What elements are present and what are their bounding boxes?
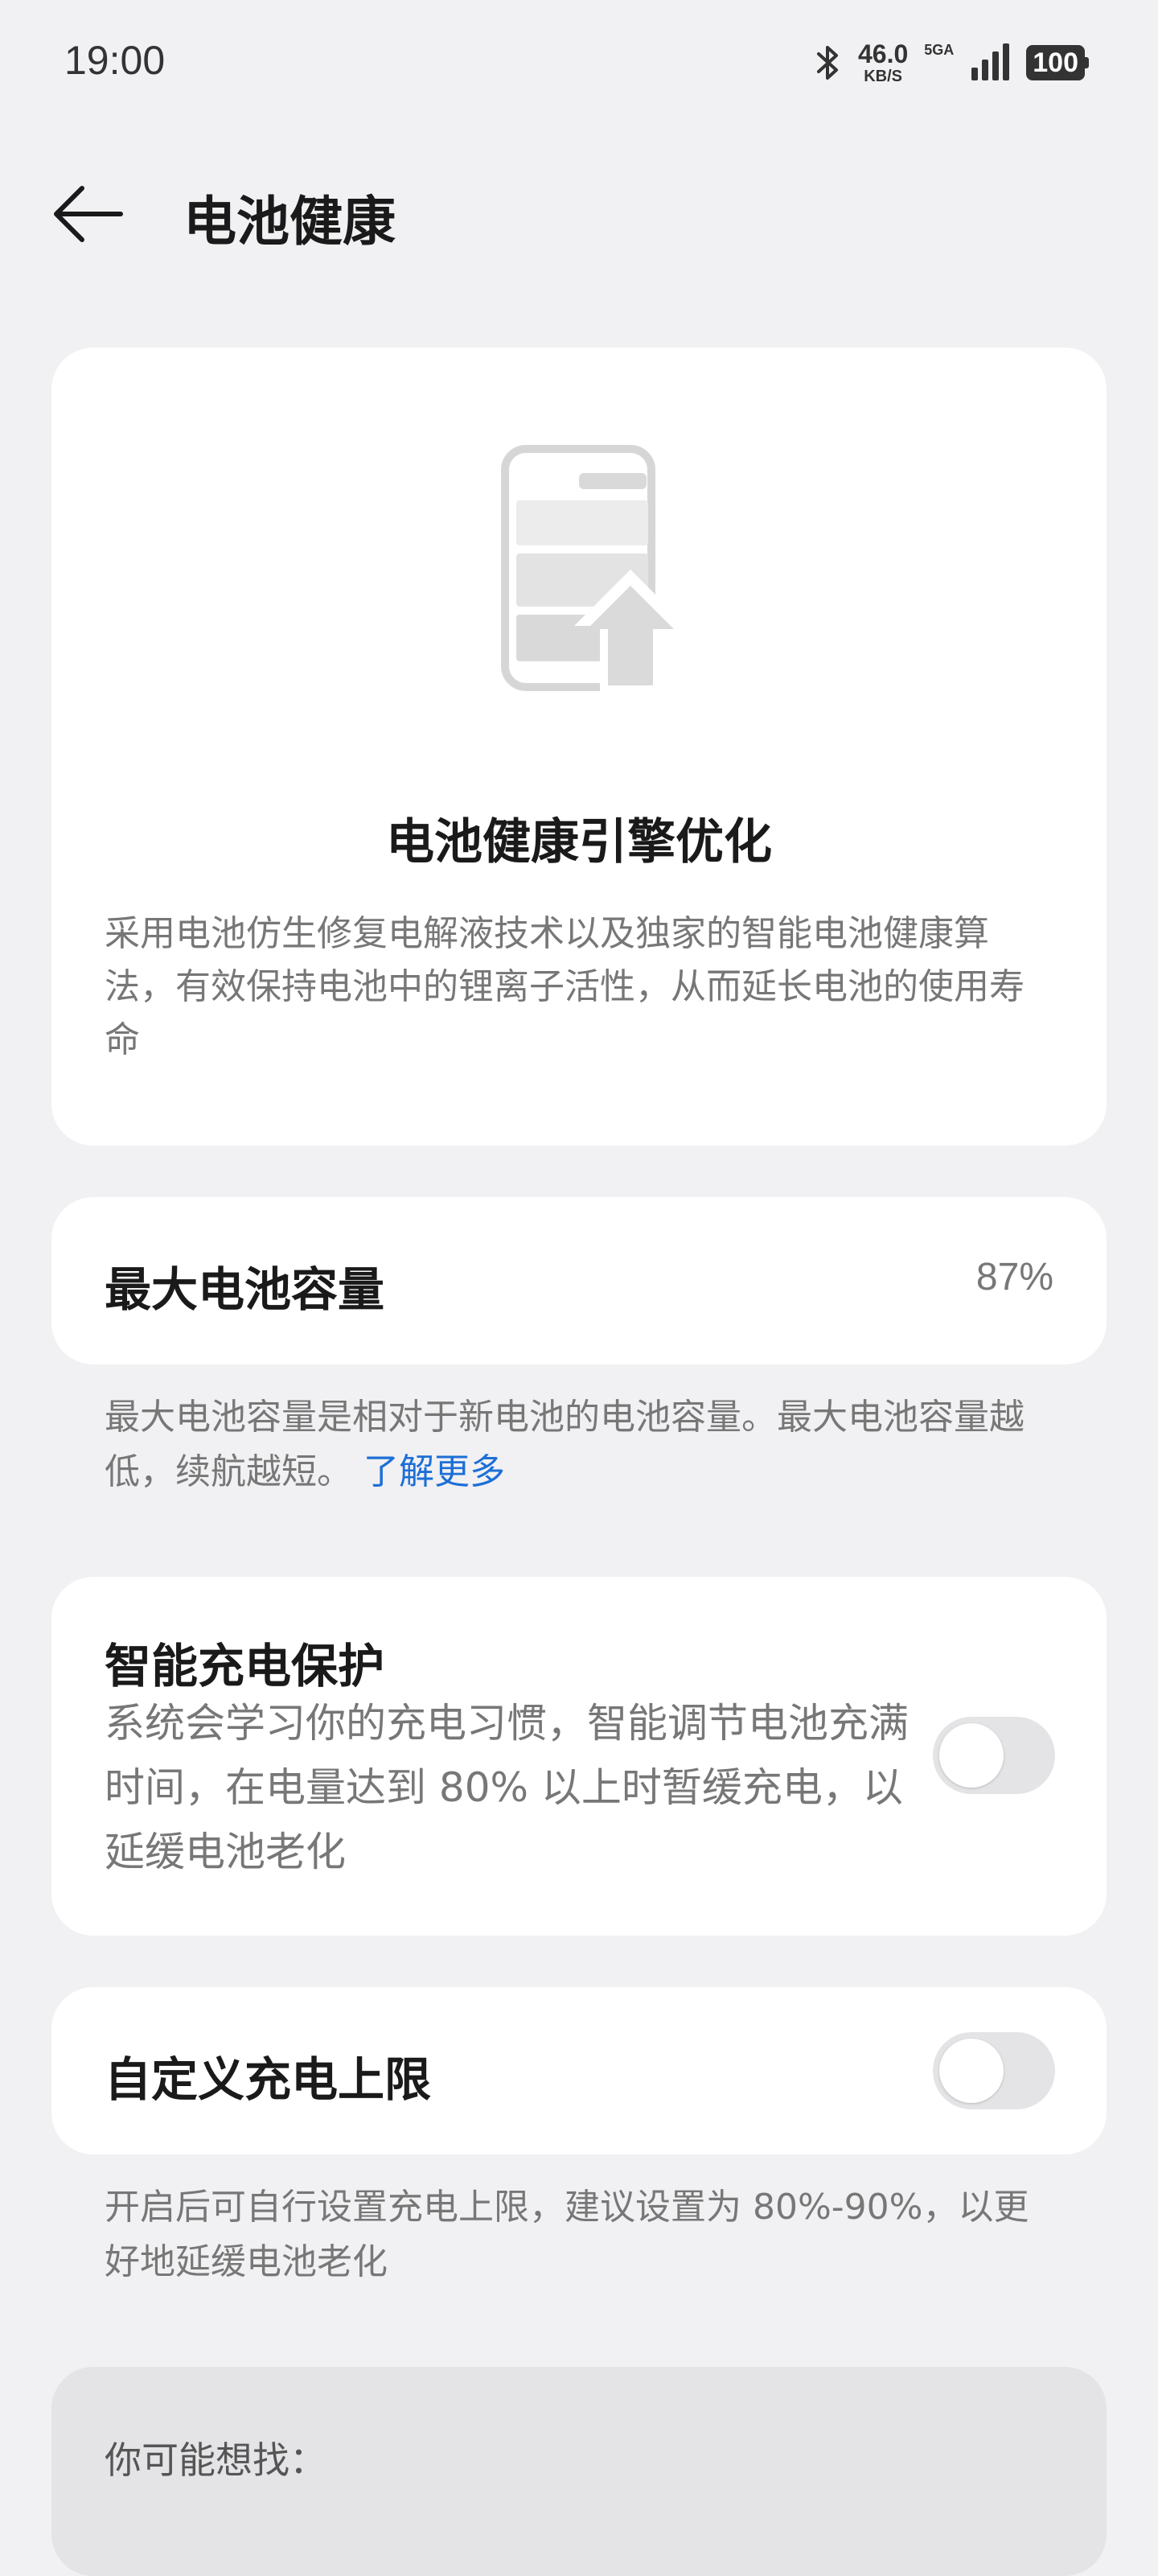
battery-upgrade-icon <box>501 445 687 693</box>
back-arrow-icon <box>54 186 123 242</box>
network-speed: 46.0 KB/S <box>858 41 908 84</box>
engine-description: 采用电池仿生修复电解液技术以及独家的智能电池健康算法，有效保持电池中的锂离子活性… <box>105 913 1025 1060</box>
smart-charging-description: 系统会学习你的充电习惯，智能调节电池充满时间，在电量达到 80% 以上时暂缓充电… <box>105 1700 909 1875</box>
smart-charging-toggle[interactable] <box>933 1717 1055 1794</box>
smart-charging-label: 智能充电保护 <box>105 1639 385 1693</box>
battery-level: 100 <box>1026 45 1085 80</box>
battery-tip <box>1085 57 1089 68</box>
page-title: 电池健康 <box>183 191 396 253</box>
engine-title: 电池健康引擎优化 <box>386 814 772 870</box>
status-time: 19:00 <box>64 38 166 83</box>
toggle-knob <box>939 1723 1004 1788</box>
network-type: 5GA <box>924 41 955 58</box>
network-speed-unit: KB/S <box>864 68 902 85</box>
capacity-note: 最大电池容量是相对于新电池的电池容量。最大电池容量越低，续航越短。 了解更多 <box>105 1390 1053 1500</box>
capacity-note-text: 最大电池容量是相对于新电池的电池容量。最大电池容量越低，续航越短。 <box>105 1397 1025 1492</box>
network-speed-value: 46.0 <box>857 39 909 68</box>
status-icons: 46.0 KB/S 5GA 100 <box>815 39 1089 87</box>
suggestions-label: 你可能想找： <box>105 2438 326 2482</box>
max-capacity-value: 87% <box>975 1256 1053 1298</box>
toggle-knob <box>939 2039 1004 2103</box>
app-header: 电池健康 <box>0 145 1158 282</box>
signal-icon <box>971 43 1010 80</box>
custom-limit-row: 自定义充电上限 <box>51 1987 1107 2154</box>
max-capacity-label: 最大电池容量 <box>105 1262 385 1317</box>
bluetooth-icon <box>816 46 838 80</box>
battery-icon: 100 <box>1026 45 1089 80</box>
learn-more-link[interactable]: 了解更多 <box>363 1451 505 1492</box>
custom-limit-label: 自定义充电上限 <box>105 2052 432 2107</box>
battery-engine-card: 电池健康引擎优化 采用电池仿生修复电解液技术以及独家的智能电池健康算法，有效保持… <box>51 348 1107 1146</box>
back-button[interactable] <box>50 180 127 248</box>
smart-charging-row: 智能充电保护 系统会学习你的充电习惯，智能调节电池充满时间，在电量达到 80% … <box>51 1577 1107 1936</box>
suggestions-card: 你可能想找： <box>51 2367 1107 2576</box>
status-bar: 19:00 46.0 KB/S 5GA 100 <box>0 0 1158 129</box>
custom-limit-toggle[interactable] <box>933 2032 1055 2109</box>
max-capacity-row[interactable]: 最大电池容量 87% <box>51 1197 1107 1364</box>
custom-limit-note: 开启后可自行设置充电上限，建议设置为 80%-90%，以更好地延缓电池老化 <box>105 2187 1029 2282</box>
